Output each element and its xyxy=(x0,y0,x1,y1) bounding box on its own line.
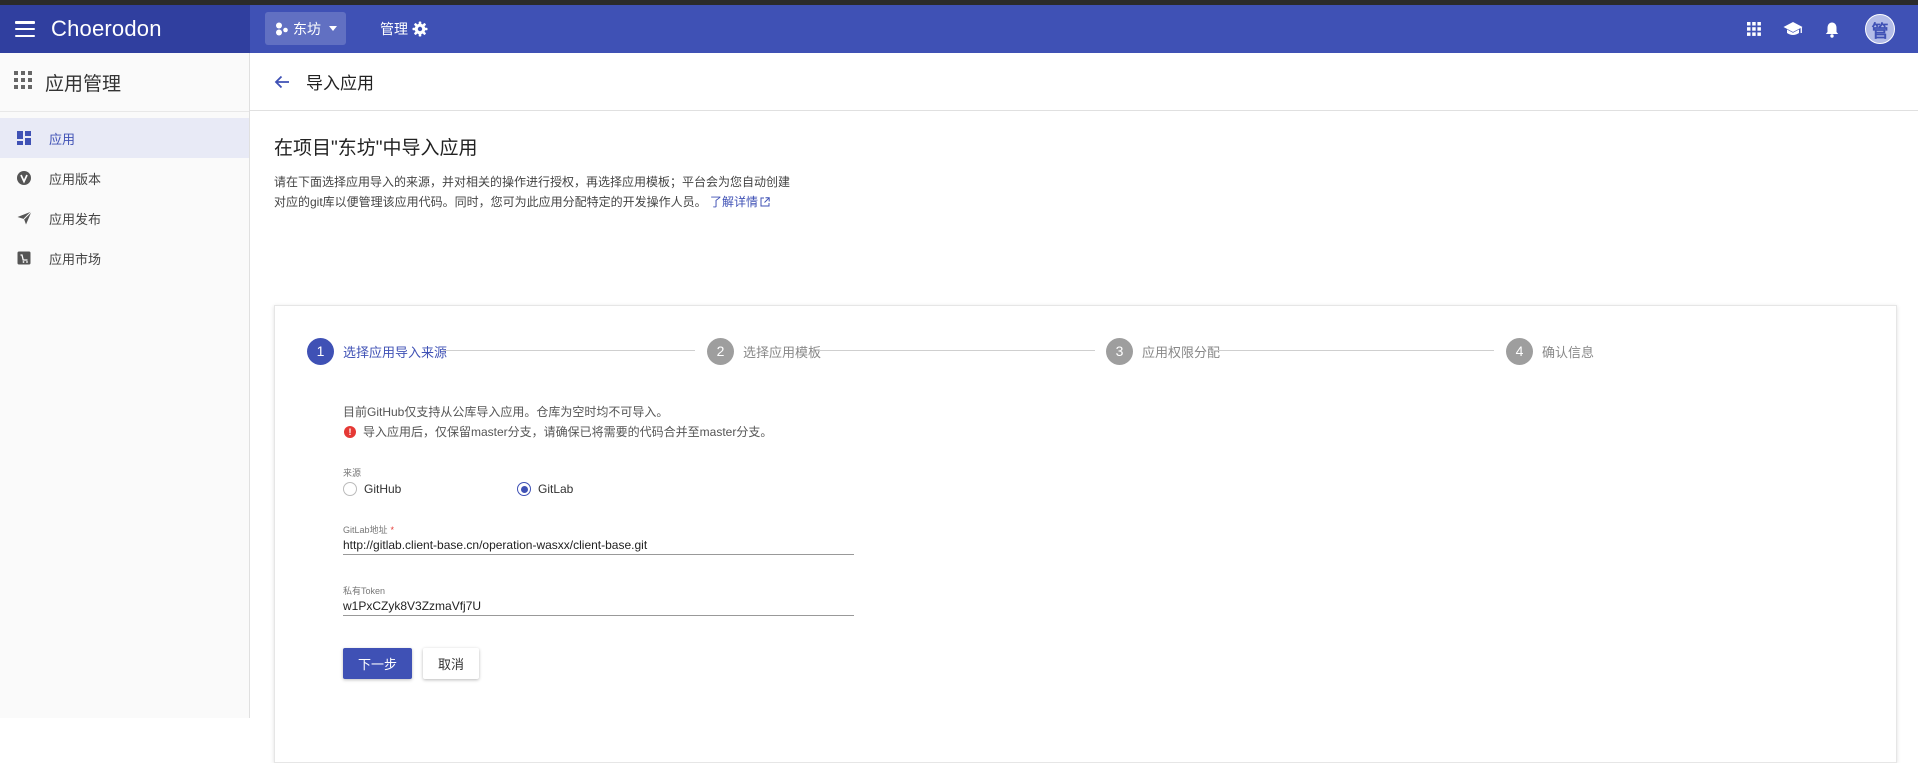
step-4: 4 确认信息 xyxy=(1506,337,1594,365)
header-actions: 管 xyxy=(1744,5,1918,53)
private-token-input[interactable] xyxy=(343,598,854,616)
source-radio-gitlab[interactable]: GitLab xyxy=(517,482,691,496)
private-token-label: 私有Token xyxy=(343,586,386,596)
project-selector[interactable]: 东坊 xyxy=(265,12,346,45)
content-heading: 在项目"东坊"中导入应用 xyxy=(274,138,478,159)
sidebar-item-apps[interactable]: 应用 xyxy=(0,118,249,158)
source-radio-group: GitHub GitLab xyxy=(343,482,863,496)
sidebar-header: 应用管理 xyxy=(0,53,249,112)
version-icon xyxy=(16,171,32,185)
main-area: 导入应用 在项目"东坊"中导入应用 请在下面选择应用导入的来源，并对相关的操作进… xyxy=(250,53,1918,763)
import-form: 目前GitHub仅支持从公库导入应用。仓库为空时均不可导入。 ! 导入应用后，仅… xyxy=(343,402,863,679)
gitlab-url-label: GitLab地址 * xyxy=(343,523,854,536)
notification-bell-icon[interactable] xyxy=(1822,19,1842,39)
source-label: 来源 xyxy=(343,468,362,478)
source-field: 来源 GitHub GitLab xyxy=(343,466,863,496)
content-description: 请在下面选择应用导入的来源，并对相关的操作进行授权，再选择应用模板；平台会为您自… xyxy=(274,172,794,213)
brand-bar: Choerodon xyxy=(0,5,250,53)
brand-name: Choerodon xyxy=(51,16,162,41)
external-link-icon xyxy=(760,193,770,213)
sidebar-item-label: 应用市场 xyxy=(49,251,102,267)
step-label: 确认信息 xyxy=(1542,344,1595,360)
chevron-down-icon xyxy=(329,26,337,31)
sidebar: 应用管理 应用 应用版本 应用发布 应用市场 xyxy=(0,53,250,718)
project-icon xyxy=(276,22,288,35)
import-wizard-card: 1 选择应用导入来源 2 选择应用模板 3 应用权限分配 4 确认信息 目前Gi… xyxy=(274,305,1897,763)
radio-circle[interactable] xyxy=(517,482,531,496)
project-name: 东坊 xyxy=(293,20,321,37)
step-number: 2 xyxy=(707,337,734,365)
dashboard-icon xyxy=(16,131,32,145)
top-header: Choerodon 东坊 管理 管 xyxy=(0,5,1918,53)
step-1: 1 选择应用导入来源 xyxy=(307,337,447,365)
import-notice: 目前GitHub仅支持从公库导入应用。仓库为空时均不可导入。 ! 导入应用后，仅… xyxy=(343,402,863,442)
step-connector xyxy=(443,350,695,351)
step-label: 选择应用导入来源 xyxy=(343,344,448,360)
error-icon: ! xyxy=(344,426,356,438)
master-branch-warning: ! 导入应用后，仅保留master分支，请确保已将需要的代码合并至master分… xyxy=(343,422,863,442)
next-step-button[interactable]: 下一步 xyxy=(343,648,412,679)
source-radio-github[interactable]: GitHub xyxy=(343,482,517,496)
cancel-button[interactable]: 取消 xyxy=(423,648,479,679)
step-connector xyxy=(819,350,1095,351)
sidebar-item-label: 应用 xyxy=(49,131,76,147)
gitlab-url-field: GitLab地址 * xyxy=(343,523,854,555)
grid-menu-icon[interactable] xyxy=(14,70,32,94)
manage-label: 管理 xyxy=(380,21,408,37)
manage-menu[interactable]: 管理 xyxy=(380,5,428,53)
step-connector xyxy=(1218,350,1494,351)
hamburger-menu-icon[interactable] xyxy=(15,21,35,37)
step-number: 4 xyxy=(1506,337,1533,365)
step-2: 2 选择应用模板 xyxy=(707,337,821,365)
sidebar-item-label: 应用发布 xyxy=(49,211,102,227)
gitlab-url-input[interactable] xyxy=(343,537,854,555)
page-header: 导入应用 xyxy=(250,53,1918,111)
user-avatar[interactable]: 管 xyxy=(1865,14,1895,44)
radio-label: GitLab xyxy=(538,482,574,496)
form-actions: 下一步 取消 xyxy=(343,648,863,679)
github-notice: 目前GitHub仅支持从公库导入应用。仓库为空时均不可导入。 xyxy=(343,405,669,419)
sidebar-item-app-versions[interactable]: 应用版本 xyxy=(0,158,249,198)
warning-text: 导入应用后，仅保留master分支，请确保已将需要的代码合并至master分支。 xyxy=(363,425,773,439)
back-arrow-icon[interactable] xyxy=(274,72,294,92)
sidebar-item-app-release[interactable]: 应用发布 xyxy=(0,198,249,238)
sidebar-item-label: 应用版本 xyxy=(49,171,102,187)
gitlab-url-label-text: GitLab地址 xyxy=(343,525,388,535)
step-label: 应用权限分配 xyxy=(1142,344,1221,360)
graduation-cap-icon[interactable] xyxy=(1783,19,1803,39)
step-label: 选择应用模板 xyxy=(743,344,822,360)
step-number: 1 xyxy=(307,337,334,365)
required-marker: * xyxy=(390,525,395,535)
step-number: 3 xyxy=(1106,337,1133,365)
stepper: 1 选择应用导入来源 2 选择应用模板 3 应用权限分配 4 确认信息 xyxy=(307,337,1867,365)
radio-circle[interactable] xyxy=(343,482,357,496)
sidebar-title: 应用管理 xyxy=(45,73,122,95)
private-token-field: 私有Token xyxy=(343,584,854,616)
gear-icon xyxy=(412,21,428,37)
learn-more-label: 了解详情 xyxy=(710,195,759,209)
store-icon xyxy=(16,251,32,265)
sidebar-item-app-market[interactable]: 应用市场 xyxy=(0,238,249,278)
send-icon xyxy=(16,211,32,225)
page-content: 在项目"东坊"中导入应用 请在下面选择应用导入的来源，并对相关的操作进行授权，再… xyxy=(274,133,1897,763)
radio-label: GitHub xyxy=(364,482,402,496)
apps-grid-icon[interactable] xyxy=(1744,19,1764,39)
page-title: 导入应用 xyxy=(306,74,374,93)
learn-more-link[interactable]: 了解详情 xyxy=(710,195,770,209)
step-3: 3 应用权限分配 xyxy=(1106,337,1220,365)
sidebar-nav: 应用 应用版本 应用发布 应用市场 xyxy=(0,118,249,278)
